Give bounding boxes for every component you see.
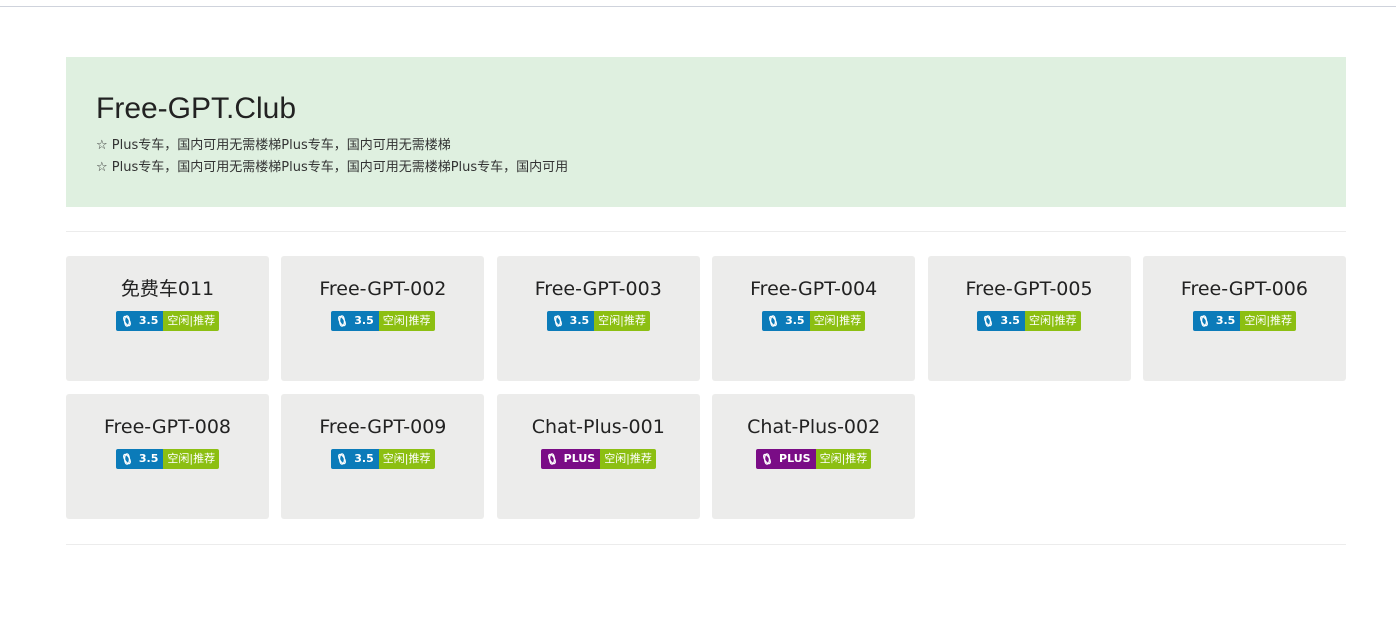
model-badge: 3.5 (115, 311, 164, 331)
site-banner: Free-GPT.Club ☆ Plus专车，国内可用无需楼梯Plus专车，国内… (66, 57, 1346, 207)
model-badge: 3.5 (115, 449, 164, 469)
model-label: PLUS (563, 452, 596, 465)
status-label: 空闲|推荐 (1024, 311, 1081, 331)
openai-knot-icon (122, 453, 131, 465)
car-card[interactable]: Free-GPT-008 3.5 空闲|推荐 (66, 394, 269, 519)
car-card[interactable]: Chat-Plus-002 PLUS 空闲|推荐 (712, 394, 916, 519)
openai-knot-icon (769, 315, 777, 327)
openai-knot-icon (122, 315, 131, 327)
car-title: Free-GPT-003 (534, 278, 662, 300)
model-label: 3.5 (138, 452, 159, 465)
car-title: Free-GPT-009 (319, 416, 447, 438)
car-title: Free-GPT-008 (103, 416, 232, 438)
site-title: Free-GPT.Club (96, 92, 297, 125)
browser-top-edge (0, 0, 1396, 7)
car-status-badge: 3.5 空闲|推荐 (1192, 311, 1297, 331)
car-card[interactable]: Free-GPT-002 3.5 空闲|推荐 (281, 256, 485, 381)
car-card[interactable]: Chat-Plus-001 PLUS 空闲|推荐 (496, 394, 700, 519)
car-status-badge: PLUS 空闲|推荐 (756, 449, 872, 469)
status-label: 空闲|推荐 (378, 449, 435, 469)
status-label: 空闲|推荐 (163, 311, 220, 331)
model-label: 3.5 (569, 314, 590, 327)
car-status-badge: PLUS 空闲|推荐 (540, 449, 656, 469)
status-label: 空闲|推荐 (600, 449, 656, 469)
status-label: 空闲|推荐 (809, 311, 866, 331)
car-card[interactable]: 免费车011 3.5 空闲|推荐 (66, 256, 269, 381)
car-title: 免费车011 (120, 278, 215, 300)
car-status-badge: 3.5 空闲|推荐 (977, 311, 1081, 331)
car-status-badge: 3.5 空闲|推荐 (331, 311, 435, 331)
model-label: 3.5 (785, 314, 805, 327)
car-card[interactable]: Free-GPT-005 3.5 空闲|推荐 (927, 256, 1131, 381)
model-label: 3.5 (1000, 314, 1020, 327)
openai-knot-icon (553, 315, 562, 327)
model-badge: 3.5 (1192, 311, 1241, 331)
openai-knot-icon (984, 315, 993, 327)
model-badge: 3.5 (331, 449, 379, 469)
openai-knot-icon (338, 453, 347, 465)
model-label: 3.5 (1215, 314, 1236, 327)
banner-notice-1: ☆ Plus专车，国内可用无需楼梯Plus专车，国内可用无需楼梯 (96, 138, 451, 153)
openai-knot-icon (763, 453, 771, 465)
openai-knot-icon (338, 315, 347, 327)
status-label: 空闲|推荐 (378, 311, 435, 331)
car-status-badge: 3.5 空闲|推荐 (546, 311, 650, 331)
model-label: 3.5 (138, 314, 159, 327)
model-badge: 3.5 (762, 311, 810, 331)
car-title: Free-GPT-006 (1180, 278, 1308, 300)
car-grid: 免费车011 3.5 空闲|推荐 Free-GPT-002 3.5 空闲|推荐 … (66, 256, 1346, 519)
car-title: Chat-Plus-001 (531, 416, 665, 438)
car-card[interactable]: Free-GPT-006 3.5 空闲|推荐 (1142, 256, 1346, 381)
divider-top (66, 231, 1346, 232)
status-label: 空闲|推荐 (1240, 311, 1297, 331)
car-title: Chat-Plus-002 (747, 416, 881, 438)
model-label: 3.5 (354, 452, 374, 465)
car-status-badge: 3.5 空闲|推荐 (762, 311, 866, 331)
car-card[interactable]: Free-GPT-009 3.5 空闲|推荐 (281, 394, 485, 519)
car-status-badge: 3.5 空闲|推荐 (115, 311, 220, 331)
model-badge: PLUS (540, 449, 601, 469)
car-card[interactable]: Free-GPT-004 3.5 空闲|推荐 (712, 256, 916, 381)
model-label: 3.5 (354, 314, 374, 327)
car-status-badge: 3.5 空闲|推荐 (115, 449, 220, 469)
model-badge: 3.5 (977, 311, 1025, 331)
model-label: PLUS (779, 452, 811, 465)
openai-knot-icon (547, 453, 556, 465)
car-title: Free-GPT-002 (319, 278, 447, 300)
model-badge: 3.5 (546, 311, 595, 331)
car-status-badge: 3.5 空闲|推荐 (331, 449, 435, 469)
car-title: Free-GPT-004 (750, 278, 878, 300)
status-label: 空闲|推荐 (815, 449, 872, 469)
divider-bottom (66, 544, 1346, 545)
status-label: 空闲|推荐 (594, 311, 650, 331)
model-badge: PLUS (756, 449, 816, 469)
model-badge: 3.5 (331, 311, 379, 331)
banner-notice-2: ☆ Plus专车，国内可用无需楼梯Plus专车，国内可用无需楼梯Plus专车，国… (96, 160, 569, 175)
car-card[interactable]: Free-GPT-003 3.5 空闲|推荐 (496, 256, 700, 381)
status-label: 空闲|推荐 (163, 449, 220, 469)
openai-knot-icon (1199, 315, 1208, 327)
car-title: Free-GPT-005 (965, 278, 1093, 300)
